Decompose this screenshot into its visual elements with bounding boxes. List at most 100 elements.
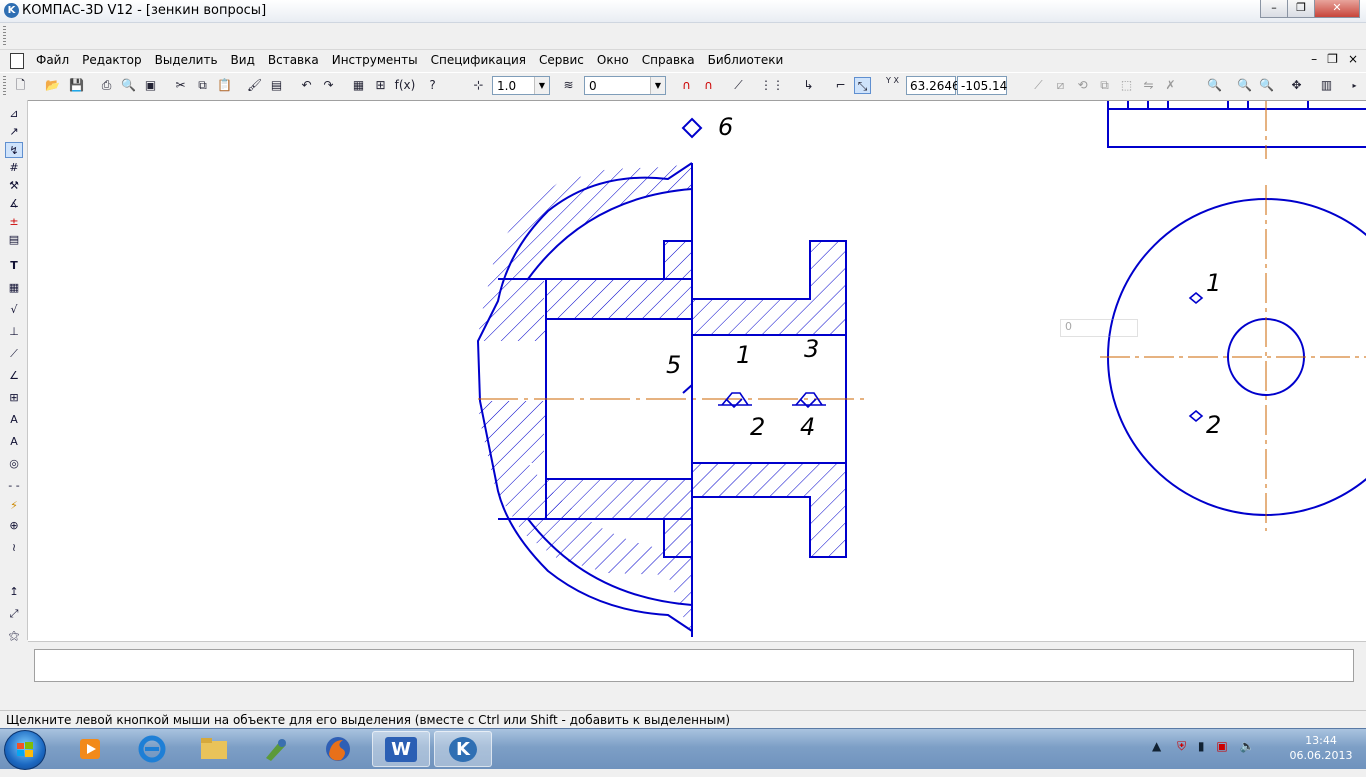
preview-fragment-icon[interactable]: ▣ [142, 77, 159, 94]
axis-line-icon[interactable]: - - [5, 478, 23, 494]
center-mark-icon[interactable]: ⊕ [5, 518, 23, 534]
roughness-icon[interactable]: √ [5, 302, 23, 318]
redo-icon[interactable]: ↷ [320, 77, 337, 94]
zoom-window-icon[interactable]: 🔍 [1206, 77, 1223, 94]
mirror-icon[interactable]: ⇋ [1140, 77, 1157, 94]
local-snap-icon[interactable]: ∩ [700, 77, 717, 94]
doc-minimize-button[interactable]: – [1311, 52, 1317, 66]
show-hidden-icons-icon[interactable]: ▲ [1152, 739, 1161, 753]
media-player-taskbar-icon[interactable] [62, 731, 118, 767]
select-icon[interactable]: ± [5, 214, 23, 230]
libraries-manager-icon[interactable]: ⊞ [372, 77, 389, 94]
security-icon[interactable]: ⛨ [1177, 739, 1186, 753]
print-preview-icon[interactable]: 🔍 [120, 77, 137, 94]
open-folder-icon[interactable]: 📂 [44, 77, 61, 94]
print-icon[interactable]: ⎙ [98, 77, 115, 94]
tools-taskbar-icon[interactable] [248, 731, 304, 767]
network-icon[interactable]: ▣ [1216, 739, 1227, 753]
drawing-canvas[interactable]: 6 5 1 3 2 4 1 2 0 [28, 100, 1366, 641]
explorer-taskbar-icon[interactable] [186, 731, 242, 767]
parametrization-icon[interactable]: ⚒ [5, 178, 23, 194]
snap-point-icon[interactable]: ⤢ [5, 606, 23, 622]
measure-icon[interactable]: ∡ [5, 196, 23, 212]
variables-icon[interactable]: f(x) [392, 77, 418, 94]
cut-line-icon[interactable]: A [5, 412, 23, 428]
property-field[interactable] [34, 649, 1354, 682]
menu-service[interactable]: Сервис [539, 53, 584, 67]
undo-icon[interactable]: ↶ [298, 77, 315, 94]
zoom-in-icon[interactable]: 🔍 [1236, 77, 1253, 94]
copy-icon[interactable]: ⧉ [194, 77, 211, 94]
volume-icon[interactable]: 🔈 [1240, 739, 1255, 753]
internet-explorer-taskbar-icon[interactable] [124, 731, 180, 767]
menu-libraries[interactable]: Библиотеки [708, 53, 784, 67]
ortho-icon[interactable]: ⌐ [832, 77, 849, 94]
chevron-down-icon[interactable]: ▼ [650, 77, 665, 94]
scale-object-icon[interactable]: ⬚ [1118, 77, 1135, 94]
layer-combo[interactable]: 0 ▼ [584, 76, 666, 95]
local-cs-icon[interactable]: ↳ [800, 77, 817, 94]
rotate-icon[interactable]: ⟲ [1074, 77, 1091, 94]
lightning-icon[interactable]: ⚡ [5, 498, 23, 514]
properties-icon[interactable]: ▤ [268, 77, 285, 94]
delete-icon[interactable]: ✗ [1162, 77, 1179, 94]
ortho-mode-icon[interactable]: ⟋ [730, 77, 747, 94]
dimensions-icon[interactable]: ↗ [5, 124, 23, 140]
toolbar-grip-icon[interactable] [3, 76, 6, 96]
position-leader-icon[interactable]: ∠ [5, 368, 23, 384]
chevron-down-icon[interactable]: ▼ [534, 77, 549, 94]
close-button[interactable]: ✕ [1314, 0, 1360, 18]
layers-icon[interactable]: ≋ [560, 77, 577, 94]
cut-icon[interactable]: ✂ [172, 77, 189, 94]
association-icon[interactable]: ⚝ [5, 628, 23, 644]
notations-icon[interactable]: ↯ [5, 142, 23, 158]
wave-line-icon[interactable]: ◎ [5, 456, 23, 472]
text-icon[interactable]: T [5, 258, 23, 274]
menu-tools[interactable]: Инструменты [332, 53, 418, 67]
base-icon[interactable]: ⊥ [5, 324, 23, 340]
rounding-icon[interactable]: ⤡ [854, 77, 871, 94]
zoom-out-icon[interactable]: 🔍 [1258, 77, 1275, 94]
firefox-taskbar-icon[interactable] [310, 731, 366, 767]
doc-close-button[interactable]: × [1348, 52, 1358, 66]
toolbar-grip-icon[interactable] [3, 26, 6, 46]
current-scale-icon[interactable]: ⊹ [470, 77, 487, 94]
help-pointer-icon[interactable]: ? [424, 77, 441, 94]
magnet-snap-icon[interactable]: ∩ [678, 77, 695, 94]
clock[interactable]: 13:44 06.06.2013 [1286, 733, 1356, 763]
show-all-icon[interactable]: ▥ [1318, 77, 1335, 94]
battery-icon[interactable]: ▮ [1198, 739, 1205, 753]
maximize-button[interactable]: ❐ [1287, 0, 1315, 18]
menu-help[interactable]: Справка [642, 53, 695, 67]
menu-specification[interactable]: Спецификация [431, 53, 526, 67]
move-icon[interactable]: ⧄ [1052, 77, 1069, 94]
document-icon[interactable] [10, 53, 24, 69]
menu-view[interactable]: Вид [231, 53, 255, 67]
kompas-taskbar-icon[interactable]: K [434, 731, 492, 767]
editing-icon[interactable]: # [5, 160, 23, 176]
coord-x-field[interactable]: 63.2646 [906, 76, 960, 95]
coord-mode-icon[interactable]: ↥ [5, 584, 23, 600]
menu-file[interactable]: Файл [36, 53, 69, 67]
edit-icon[interactable]: ⟋ [1030, 77, 1047, 94]
spec-icon[interactable]: ▤ [5, 232, 23, 248]
coord-y-field[interactable]: -105.14 [957, 76, 1007, 95]
table-icon[interactable]: ▦ [5, 280, 23, 296]
manager-icon[interactable]: ▦ [350, 77, 367, 94]
copy-object-icon[interactable]: ⧉ [1096, 77, 1113, 94]
geometry-icon[interactable]: ⊿ [5, 106, 23, 122]
pan-icon[interactable]: ✥ [1288, 77, 1305, 94]
menu-window[interactable]: Окно [597, 53, 629, 67]
new-document-icon[interactable]: 🗋 [12, 77, 29, 94]
tolerance-icon[interactable]: ⊞ [5, 390, 23, 406]
save-icon[interactable]: 💾 [68, 77, 85, 94]
word-taskbar-icon[interactable]: W [372, 731, 430, 767]
break-line-icon[interactable]: ≀ [5, 540, 23, 556]
minimize-button[interactable]: – [1260, 0, 1288, 18]
menu-select[interactable]: Выделить [155, 53, 218, 67]
doc-restore-button[interactable]: ❐ [1327, 52, 1338, 66]
menu-edit[interactable]: Редактор [82, 53, 141, 67]
leader-icon[interactable]: ⟋ [5, 346, 23, 362]
view-arrow-icon[interactable]: A [5, 434, 23, 450]
paste-icon[interactable]: 📋 [216, 77, 233, 94]
